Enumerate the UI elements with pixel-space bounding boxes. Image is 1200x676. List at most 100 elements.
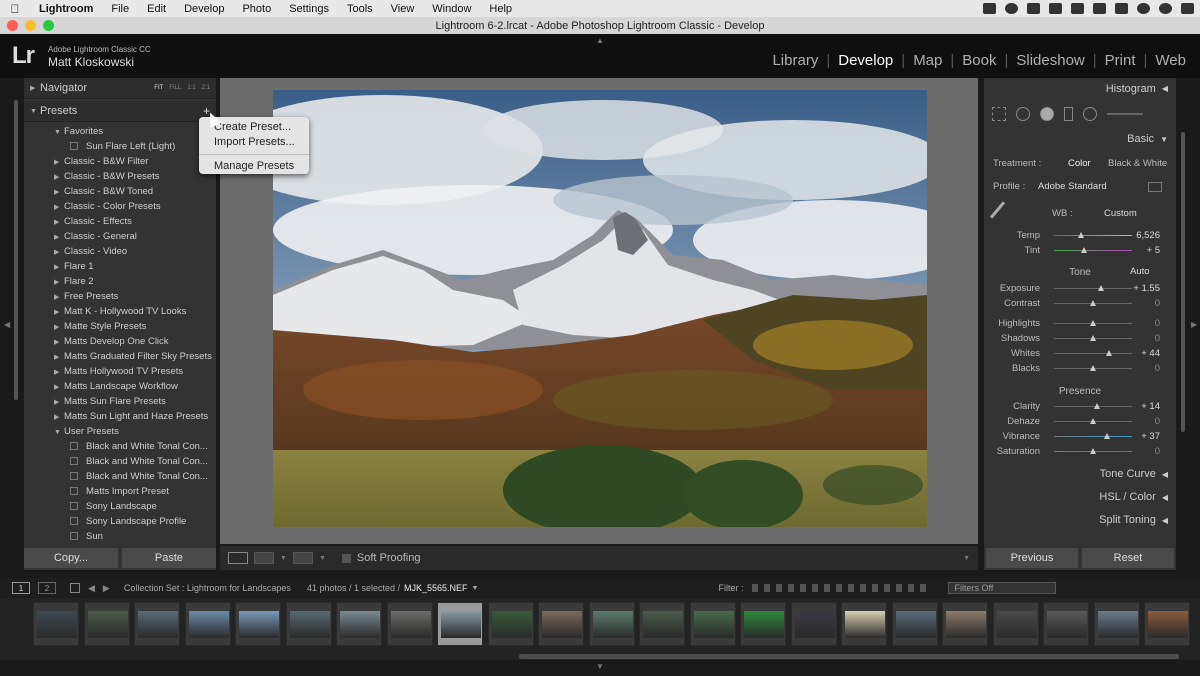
slider-knob[interactable] bbox=[1090, 300, 1096, 306]
preset-item[interactable]: Sony Landscape Profile bbox=[24, 514, 216, 529]
menu-tools[interactable]: Tools bbox=[338, 3, 382, 15]
preset-folder[interactable]: ▼ Favorites bbox=[24, 124, 216, 139]
preset-folder[interactable]: ▶ Matts Hollywood TV Presets bbox=[24, 364, 216, 379]
siri-icon[interactable] bbox=[1159, 3, 1172, 14]
grid-view-icon[interactable] bbox=[70, 583, 80, 593]
bluetooth-icon[interactable] bbox=[1071, 3, 1084, 14]
folder-collapsed-icon[interactable]: ▶ bbox=[54, 245, 64, 259]
collection-path[interactable]: Collection Set : Lightroom for Landscape… bbox=[124, 583, 291, 593]
filmstrip-toggle-icon[interactable]: ▼ bbox=[596, 662, 604, 671]
before-after-dropdown-icon[interactable]: ▼ bbox=[280, 555, 287, 562]
slider-knob[interactable] bbox=[1090, 335, 1096, 341]
slider-track[interactable] bbox=[1054, 235, 1132, 236]
filmstrip-thumbnail[interactable] bbox=[538, 602, 584, 646]
folder-collapsed-icon[interactable]: ▶ bbox=[54, 320, 64, 334]
manage-presets-item[interactable]: Manage Presets bbox=[199, 159, 309, 174]
slider-track[interactable] bbox=[1054, 250, 1132, 251]
wb-select[interactable]: Custom bbox=[1104, 208, 1137, 219]
filters-select[interactable]: Filters Off bbox=[947, 582, 1056, 594]
slider-track[interactable] bbox=[1054, 288, 1132, 289]
preset-folder[interactable]: ▶ Classic - B&W Presets bbox=[24, 169, 216, 184]
paste-button[interactable]: Paste bbox=[122, 548, 216, 568]
slider-knob[interactable] bbox=[1090, 320, 1096, 326]
filmstrip-thumbnail[interactable] bbox=[487, 602, 534, 646]
selected-filename[interactable]: MJK_5565.NEF bbox=[404, 583, 468, 593]
folder-expanded-icon[interactable]: ▼ bbox=[54, 425, 64, 439]
preset-folder[interactable]: ▶ Matts Develop One Click bbox=[24, 334, 216, 349]
menu-settings[interactable]: Settings bbox=[280, 3, 338, 15]
filmstrip-thumbnail[interactable] bbox=[1093, 602, 1140, 646]
brush-slider-icon[interactable] bbox=[1107, 113, 1143, 115]
spot-removal-icon[interactable] bbox=[1016, 107, 1030, 121]
hsl-header[interactable]: HSL / Color ◀ bbox=[984, 487, 1176, 507]
filmstrip-thumbnail[interactable] bbox=[1043, 602, 1089, 646]
preset-folder[interactable]: ▶ Free Presets bbox=[24, 289, 216, 304]
filmstrip-thumbnail[interactable] bbox=[437, 602, 483, 646]
folder-collapsed-icon[interactable]: ▶ bbox=[54, 335, 64, 349]
before-after-tb-icon[interactable] bbox=[292, 552, 313, 564]
right-panel-toggle-icon[interactable]: ▶ bbox=[1191, 320, 1197, 329]
slider-knob[interactable] bbox=[1090, 365, 1096, 371]
folder-collapsed-icon[interactable]: ▶ bbox=[54, 185, 64, 199]
loupe-view-icon[interactable] bbox=[228, 552, 248, 564]
preset-folder[interactable]: ▶ Matts Landscape Workflow bbox=[24, 379, 216, 394]
split-toning-header[interactable]: Split Toning ◀ bbox=[984, 510, 1176, 530]
before-after-lr-icon[interactable] bbox=[254, 552, 274, 564]
slider-value[interactable]: 0 bbox=[1155, 446, 1160, 457]
filmstrip-thumbnail[interactable] bbox=[285, 602, 332, 646]
wifi-icon[interactable] bbox=[1093, 3, 1106, 14]
preset-folder[interactable]: ▶ Matts Sun Light and Haze Presets bbox=[24, 409, 216, 424]
preset-folder[interactable]: ▶ Classic - General bbox=[24, 229, 216, 244]
menu-develop[interactable]: Develop bbox=[175, 3, 233, 15]
red-eye-icon[interactable] bbox=[1040, 107, 1054, 121]
menu-file[interactable]: File bbox=[102, 3, 138, 15]
filmstrip-thumbnail[interactable] bbox=[386, 602, 433, 646]
slider-value[interactable]: 0 bbox=[1155, 363, 1160, 374]
folder-collapsed-icon[interactable]: ▶ bbox=[54, 410, 64, 424]
preset-folder[interactable]: ▶ Classic - Effects bbox=[24, 214, 216, 229]
filter-flags-and-stars[interactable] bbox=[751, 584, 932, 592]
slider-knob[interactable] bbox=[1090, 448, 1096, 454]
menu-photo[interactable]: Photo bbox=[233, 3, 280, 15]
menu-window[interactable]: Window bbox=[423, 3, 480, 15]
notification-center-icon[interactable] bbox=[1181, 3, 1194, 14]
filmstrip-thumbnail[interactable] bbox=[992, 602, 1039, 646]
preset-folder[interactable]: ▶ Matts Sun Flare Presets bbox=[24, 394, 216, 409]
filmstrip-thumbnail[interactable] bbox=[1144, 602, 1190, 646]
copy-button[interactable]: Copy... bbox=[24, 548, 118, 568]
window-1-button[interactable]: 1 bbox=[12, 582, 30, 594]
filename-dropdown-icon[interactable]: ▼ bbox=[472, 585, 479, 592]
folder-collapsed-icon[interactable]: ▶ bbox=[54, 200, 64, 214]
module-web[interactable]: Web bbox=[1149, 52, 1192, 69]
airplay-icon[interactable] bbox=[1115, 3, 1128, 14]
evernote-icon[interactable] bbox=[1049, 3, 1062, 14]
preset-item[interactable]: Black and White Tonal Con... bbox=[24, 439, 216, 454]
preset-folder[interactable]: ▶ Flare 1 bbox=[24, 259, 216, 274]
slider-knob[interactable] bbox=[1105, 350, 1112, 356]
graduated-filter-icon[interactable] bbox=[1064, 107, 1073, 121]
preset-folder[interactable]: ▶ Matte Style Presets bbox=[24, 319, 216, 334]
crop-icon[interactable] bbox=[992, 107, 1006, 121]
folder-collapsed-icon[interactable]: ▶ bbox=[54, 350, 64, 364]
module-library[interactable]: Library bbox=[766, 52, 824, 69]
filmstrip-thumbnail[interactable] bbox=[235, 602, 281, 646]
slider-knob[interactable] bbox=[1080, 247, 1087, 253]
tone-curve-header[interactable]: Tone Curve ◀ bbox=[984, 464, 1176, 484]
creative-cloud-icon[interactable] bbox=[1005, 3, 1018, 14]
filmstrip-thumbnail[interactable] bbox=[33, 602, 79, 646]
soft-proofing-checkbox[interactable] bbox=[341, 553, 351, 563]
forward-arrow-icon[interactable]: ▶ bbox=[103, 583, 110, 594]
search-icon[interactable] bbox=[1137, 3, 1150, 14]
apple-icon[interactable]:  bbox=[0, 2, 30, 16]
preset-folder[interactable]: ▶ Classic - B&W Filter bbox=[24, 154, 216, 169]
import-presets-item[interactable]: Import Presets... bbox=[199, 135, 309, 150]
slider-value[interactable]: 6,526 bbox=[1136, 230, 1160, 241]
filmstrip-thumbnail[interactable] bbox=[336, 602, 382, 646]
preset-item[interactable]: Sun Flare Left (Light) bbox=[24, 139, 216, 154]
preset-folder[interactable]: ▶ Flare 2 bbox=[24, 274, 216, 289]
preset-folder[interactable]: ▶ Matt K - Hollywood TV Looks bbox=[24, 304, 216, 319]
preset-folder[interactable]: ▶ Classic - Video bbox=[24, 244, 216, 259]
slider-value[interactable]: 0 bbox=[1155, 318, 1160, 329]
filmstrip-thumbnail[interactable] bbox=[588, 602, 635, 646]
folder-expanded-icon[interactable]: ▼ bbox=[54, 125, 64, 139]
